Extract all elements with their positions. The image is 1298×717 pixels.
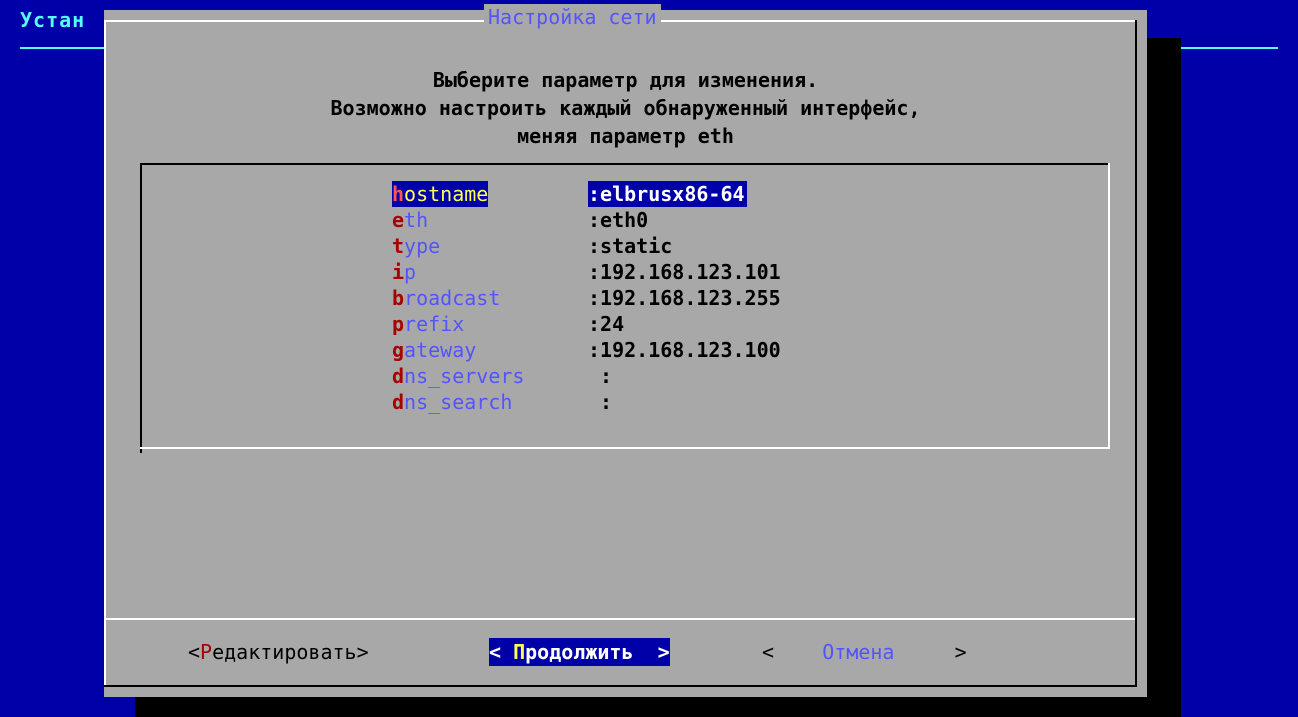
hotkey-letter: Р — [200, 640, 213, 664]
menu-item-key: type — [392, 233, 440, 259]
menu-item-broadcast[interactable]: broadcast :192.168.123.255 — [392, 285, 792, 311]
menu-item-key: prefix — [392, 311, 464, 337]
menu-list: hostname :elbrusx86-64 eth :eth0 type :s… — [392, 181, 852, 441]
bracket-open: < — [762, 640, 823, 664]
menu-item-hostname[interactable]: hostname :elbrusx86-64 — [392, 181, 792, 207]
hotkey-letter: h — [392, 182, 405, 206]
frame-bottom-line — [104, 685, 1137, 687]
hotkey-letter: t — [392, 234, 405, 258]
menu-item-key: broadcast — [392, 285, 500, 311]
prompt-line-3: меняя параметр eth — [517, 124, 734, 148]
key-rest: ostname — [404, 182, 489, 206]
menu-item-key: dns_servers — [392, 363, 524, 389]
menu-item-value: :eth0 — [588, 208, 649, 232]
bracket-open: < — [489, 640, 514, 664]
bracket-close: > — [633, 640, 670, 664]
hotkey-letter: g — [392, 338, 405, 362]
key-rest: refix — [404, 312, 465, 336]
key-rest: ype — [404, 234, 441, 258]
bracket-close: > — [894, 640, 967, 664]
menu-item-prefix[interactable]: prefix :24 — [392, 311, 792, 337]
menu-box-bottom-line — [140, 447, 1110, 449]
hotkey-letter: e — [392, 208, 405, 232]
menu-item-ip[interactable]: ip :192.168.123.101 — [392, 259, 792, 285]
edit-button[interactable]: <Редактировать> — [188, 638, 369, 666]
hotkey-letter: d — [392, 390, 405, 414]
hotkey-letter: i — [392, 260, 405, 284]
button-separator-top — [104, 618, 1137, 620]
hotkey-letter: П — [513, 640, 526, 664]
cancel-button[interactable]: < Отмена > — [762, 638, 967, 666]
button-label: родолжить — [525, 640, 634, 664]
menu-box: hostname :elbrusx86-64 eth :eth0 type :s… — [140, 163, 1110, 453]
menu-item-key: gateway — [392, 337, 476, 363]
dialog-title: Настройка сети — [484, 4, 661, 30]
menu-item-key: dns_search — [392, 389, 512, 415]
button-label: едактировать — [212, 640, 357, 664]
menu-item-key: ip — [392, 259, 416, 285]
key-rest: ns_search — [404, 390, 513, 414]
menu-item-value: : — [588, 364, 613, 388]
prompt-line-1: Выберите параметр для изменения. — [432, 68, 819, 92]
key-rest: ns_servers — [404, 364, 525, 388]
menu-item-value: :static — [588, 234, 673, 258]
network-settings-dialog: Настройка сети Выберите параметр для изм… — [104, 4, 1147, 697]
menu-item-eth[interactable]: eth :eth0 — [392, 207, 792, 233]
menu-item-value: :192.168.123.255 — [588, 286, 781, 310]
key-rest: th — [404, 208, 429, 232]
menu-item-value: :24 — [588, 312, 625, 336]
key-rest: ateway — [404, 338, 477, 362]
menu-item-key: eth — [392, 207, 428, 233]
menu-box-right-line — [1108, 163, 1110, 449]
menu-item-dns-search[interactable]: dns_search : — [392, 389, 792, 415]
button-label: Отмена — [822, 640, 895, 664]
menu-item-value: :192.168.123.101 — [588, 260, 781, 284]
bracket-open: < — [188, 640, 201, 664]
menu-item-value: : — [588, 390, 613, 414]
hotkey-letter: p — [392, 312, 405, 336]
hotkey-letter: d — [392, 364, 405, 388]
key-rest: roadcast — [404, 286, 501, 310]
bracket-close: > — [356, 640, 369, 664]
background-title: Устан — [20, 8, 86, 32]
key-rest: p — [404, 260, 417, 284]
menu-item-value: :elbrusx86-64 — [588, 181, 747, 207]
continue-button[interactable]: < Продолжить > — [489, 638, 670, 666]
menu-box-left-line — [140, 163, 142, 453]
menu-item-gateway[interactable]: gateway :192.168.123.100 — [392, 337, 792, 363]
menu-item-value: :192.168.123.100 — [588, 338, 781, 362]
menu-box-top-line — [140, 163, 1110, 165]
prompt-line-2: Возможно настроить каждый обнаруженный и… — [330, 96, 921, 120]
hotkey-letter: b — [392, 286, 405, 310]
menu-item-dns-servers[interactable]: dns_servers : — [392, 363, 792, 389]
dialog-prompt: Выберите параметр для изменения. Возможн… — [104, 66, 1147, 150]
button-separator-right — [1135, 618, 1137, 628]
menu-item-key: hostname — [392, 181, 489, 207]
menu-item-type[interactable]: type :static — [392, 233, 792, 259]
